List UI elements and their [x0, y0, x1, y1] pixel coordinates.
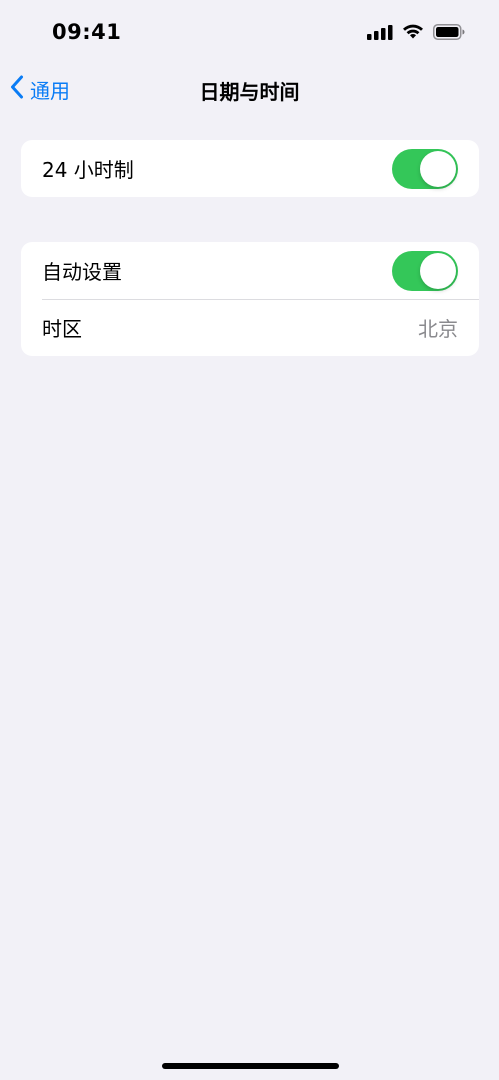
- battery-icon: [433, 24, 465, 44]
- cellular-signal-icon: [367, 24, 393, 44]
- setting-label-timezone: 时区: [42, 317, 82, 341]
- settings-group-auto: 自动设置 时区 北京: [21, 242, 479, 356]
- wifi-icon: [402, 24, 424, 44]
- setting-row-auto-set: 自动设置: [21, 242, 479, 299]
- status-icons: [367, 24, 465, 44]
- setting-label-auto-set: 自动设置: [42, 260, 122, 284]
- setting-label-24-hour: 24 小时制: [42, 158, 134, 182]
- timezone-value: 北京: [418, 317, 458, 341]
- toggle-auto-set[interactable]: [392, 250, 458, 291]
- toggle-knob: [420, 252, 456, 289]
- toggle-24-hour[interactable]: [392, 148, 458, 189]
- setting-row-timezone[interactable]: 时区 北京: [21, 299, 479, 356]
- toggle-knob: [420, 150, 456, 187]
- navigation-bar: 通用 日期与时间: [0, 60, 499, 118]
- settings-group-24-hour: 24 小时制: [21, 140, 479, 197]
- page-title: 日期与时间: [199, 80, 300, 104]
- status-time: 09:41: [52, 20, 122, 44]
- home-indicator[interactable]: [162, 1063, 339, 1069]
- setting-row-24-hour: 24 小时制: [21, 140, 479, 197]
- status-bar: 09:41: [0, 0, 499, 60]
